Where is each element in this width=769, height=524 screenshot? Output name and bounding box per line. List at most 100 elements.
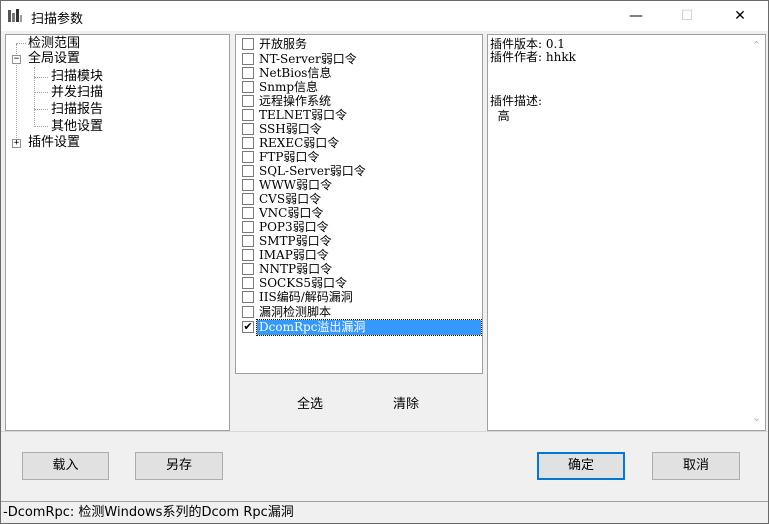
plugin-label: IMAP弱口令 [259, 248, 329, 262]
plugin-item[interactable]: SSH弱口令 [240, 122, 482, 137]
select-all-button[interactable]: 全选 [297, 393, 323, 412]
scan-params-dialog: 扫描参数 — ☐ ✕ 检测范围 − 全局设置 扫描模块 并发扫描 扫描报告 其他… [0, 0, 769, 524]
plugin-checkbox[interactable] [242, 291, 254, 303]
scroll-up-icon[interactable]: ⌃ [751, 39, 762, 52]
plugin-item[interactable]: CVS弱口令 [240, 192, 482, 207]
tree-connector [34, 92, 48, 93]
plugin-checkbox[interactable] [242, 249, 254, 261]
tree-item-scan-range[interactable]: 检测范围 [28, 36, 80, 51]
detail-scrollbar[interactable]: ⌃ ⌄ [748, 35, 765, 430]
plugin-item[interactable]: Snmp信息 [240, 80, 482, 95]
tree-item-scan-modules[interactable]: 扫描模块 [51, 69, 103, 84]
plugin-checkbox[interactable] [242, 221, 254, 233]
plugin-checkbox[interactable] [242, 179, 254, 191]
plugin-label: 远程操作系统 [259, 94, 332, 108]
clear-button[interactable]: 清除 [393, 393, 419, 412]
plugin-author: 插件作者: hhkk [490, 50, 576, 64]
plugin-label: 漏洞检测脚本 [259, 305, 332, 319]
close-button[interactable]: ✕ [717, 1, 763, 31]
plugin-label: NT-Server弱口令 [259, 52, 357, 66]
tree-connector [34, 109, 48, 110]
plugin-label: REXEC弱口令 [259, 136, 340, 150]
plugin-checkbox[interactable] [242, 207, 254, 219]
plugin-checkbox[interactable] [242, 193, 254, 205]
plugin-checkbox-checked[interactable]: ✔ [242, 321, 254, 333]
status-bar: -DcomRpc: 检测Windows系列的Dcom Rpc漏洞 [1, 501, 768, 523]
app-icon [8, 9, 22, 22]
plugin-item[interactable]: 远程操作系统 [240, 94, 482, 109]
plugin-label: SMTP弱口令 [259, 234, 332, 248]
minimize-button[interactable]: — [613, 1, 659, 31]
expand-icon[interactable]: + [12, 139, 21, 148]
plugin-checkbox[interactable] [242, 263, 254, 275]
plugin-description-label: 插件描述: [490, 94, 543, 108]
plugin-item[interactable]: SMTP弱口令 [240, 234, 482, 249]
plugin-label: IIS编码/解码漏洞 [259, 290, 353, 304]
plugin-checkbox[interactable] [242, 38, 254, 50]
title-bar[interactable]: 扫描参数 — ☐ ✕ [1, 1, 768, 31]
plugin-checkbox[interactable] [242, 109, 254, 121]
plugin-item[interactable]: POP3弱口令 [240, 220, 482, 235]
plugin-checkbox[interactable] [242, 277, 254, 289]
collapse-icon[interactable]: − [12, 55, 21, 64]
scroll-down-icon[interactable]: ⌄ [751, 411, 762, 424]
plugin-checkbox[interactable] [242, 95, 254, 107]
plugin-item[interactable]: 漏洞检测脚本 [240, 305, 482, 320]
plugin-item[interactable]: SOCKS5弱口令 [240, 276, 482, 291]
plugin-item[interactable]: NT-Server弱口令 [240, 52, 482, 67]
plugin-label: Snmp信息 [259, 80, 319, 94]
plugin-label: WWW弱口令 [259, 178, 333, 192]
plugin-item[interactable]: VNC弱口令 [240, 206, 482, 221]
window-title: 扫描参数 [31, 12, 84, 27]
plugin-detail-panel: 插件版本: 0.1 插件作者: hhkk 插件描述: 高 ⌃ ⌄ [487, 34, 766, 431]
plugin-item[interactable]: IMAP弱口令 [240, 248, 482, 263]
plugin-checkbox[interactable] [242, 137, 254, 149]
maximize-button[interactable]: ☐ [664, 1, 710, 31]
plugin-checkbox[interactable] [242, 235, 254, 247]
plugin-item[interactable]: WWW弱口令 [240, 178, 482, 193]
tree-connector [34, 77, 48, 78]
plugin-label: VNC弱口令 [259, 206, 324, 220]
tree-item-plugin-settings[interactable]: 插件设置 [28, 135, 80, 150]
tree-item-concurrent-scan[interactable]: 并发扫描 [51, 85, 103, 100]
tree-connector [16, 43, 26, 44]
plugin-label: SOCKS5弱口令 [259, 276, 348, 290]
save-as-button[interactable]: 另存 [135, 452, 223, 480]
plugin-item[interactable]: NetBios信息 [240, 66, 482, 81]
plugin-item[interactable]: NNTP弱口令 [240, 262, 482, 277]
plugin-checkbox[interactable] [242, 81, 254, 93]
ok-button[interactable]: 确定 [537, 452, 625, 480]
plugin-item[interactable]: FTP弱口令 [240, 150, 482, 165]
plugin-item[interactable]: REXEC弱口令 [240, 136, 482, 151]
plugin-item-selected[interactable]: ✔ DcomRpc溢出漏洞 [240, 319, 482, 336]
plugin-label: FTP弱口令 [259, 150, 320, 164]
plugin-label: TELNET弱口令 [259, 108, 347, 122]
tree-item-global-settings[interactable]: 全局设置 [28, 51, 80, 66]
plugin-label: SSH弱口令 [259, 122, 322, 136]
plugin-label: NetBios信息 [259, 66, 332, 80]
plugin-item[interactable]: SQL-Server弱口令 [240, 164, 482, 179]
plugin-item[interactable]: IIS编码/解码漏洞 [240, 290, 482, 305]
plugin-checkbox[interactable] [242, 53, 254, 65]
plugin-label: 开放服务 [259, 37, 308, 51]
plugin-checkbox[interactable] [242, 67, 254, 79]
plugin-item[interactable]: 开放服务 [240, 37, 482, 52]
tree-item-scan-report[interactable]: 扫描报告 [51, 102, 103, 117]
plugin-item[interactable]: TELNET弱口令 [240, 108, 482, 123]
tree-connector [34, 67, 35, 127]
cancel-button[interactable]: 取消 [652, 452, 740, 480]
tree-item-other-settings[interactable]: 其他设置 [51, 119, 103, 134]
plugin-label: SQL-Server弱口令 [259, 164, 366, 178]
plugin-checkbox[interactable] [242, 306, 254, 318]
plugin-label: CVS弱口令 [259, 192, 322, 206]
settings-tree[interactable]: 检测范围 − 全局设置 扫描模块 并发扫描 扫描报告 其他设置 + 插件设置 [5, 34, 230, 431]
plugin-description-value: 高 [490, 109, 510, 123]
plugin-label: NNTP弱口令 [259, 262, 333, 276]
plugin-checkbox[interactable] [242, 165, 254, 177]
plugin-checklist[interactable]: 开放服务 NT-Server弱口令 NetBios信息 Snmp信息 远程操作系… [235, 34, 483, 374]
plugin-label: POP3弱口令 [259, 220, 329, 234]
plugin-checkbox[interactable] [242, 151, 254, 163]
plugin-checkbox[interactable] [242, 123, 254, 135]
load-button[interactable]: 载入 [22, 452, 109, 480]
tree-connector [34, 126, 48, 127]
